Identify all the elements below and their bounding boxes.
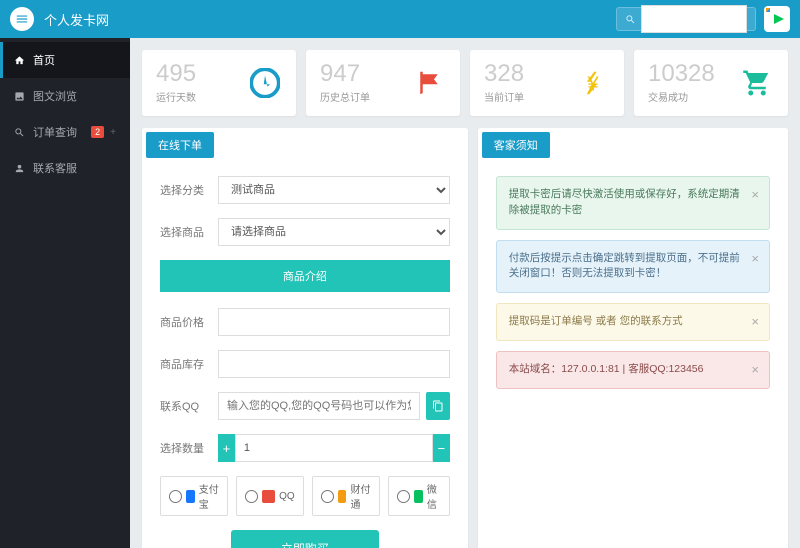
stat-icon: ¥ — [576, 66, 610, 100]
alert-close-button[interactable]: × — [751, 249, 759, 269]
order-panel: 在线下单 选择分类 测试商品 选择商品 请选择商品 商品介绍 商品价格 — [142, 128, 468, 548]
play-icon — [774, 14, 784, 24]
payment-option[interactable]: 财付通 — [312, 476, 380, 516]
product-label: 选择商品 — [160, 224, 218, 240]
payment-option[interactable]: 支付宝 — [160, 476, 228, 516]
main-content: 495 运行天数 947 历史总订单 328 当前订单 ¥ 10328 交易成功… — [130, 38, 800, 548]
stat-icon — [412, 66, 446, 100]
notice-panel: 客家须知 提取卡密后请尽快激活使用或保存好，系统定期清除被提取的卡密 × 付款后… — [478, 128, 788, 548]
sidebar-item-orders[interactable]: 订单查询 2 + — [0, 114, 130, 150]
panel-title: 在线下单 — [146, 132, 214, 158]
search-input[interactable] — [641, 5, 747, 33]
alert-blue: 付款后按提示点击确定跳转到提取页面，不可提前关闭窗口！否则无法提取到卡密！ × — [496, 240, 770, 294]
alert-green: 提取卡密后请尽快激活使用或保存好，系统定期清除被提取的卡密 × — [496, 176, 770, 230]
alert-red: 本站域名：127.0.0.1:81 | 客服QQ:123456 × — [496, 351, 770, 389]
alert-text: 付款后按提示点击确定跳转到提取页面，不可提前关闭窗口！否则无法提取到卡密！ — [509, 252, 740, 280]
qq-label: 联系QQ — [160, 398, 218, 414]
qty-label: 选择数量 — [160, 440, 218, 456]
payment-radio[interactable] — [169, 490, 182, 503]
sidebar-item-label: 图文浏览 — [33, 88, 77, 104]
alert-text: 提取卡密后请尽快激活使用或保存好，系统定期清除被提取的卡密 — [509, 188, 740, 216]
alert-close-button[interactable]: × — [751, 360, 759, 380]
stat-label: 当前订单 — [484, 89, 524, 104]
buy-button[interactable]: 立即购买 — [231, 530, 379, 548]
menu-toggle-button[interactable] — [10, 7, 34, 31]
sidebar-item-label: 首页 — [33, 52, 55, 68]
search-icon — [14, 127, 25, 138]
app-logo[interactable] — [764, 6, 790, 32]
stat-value: 10328 — [648, 62, 715, 86]
alert-text: 本站域名：127.0.0.1:81 | 客服QQ:123456 — [509, 363, 704, 375]
price-field — [218, 308, 450, 336]
alert-close-button[interactable]: × — [751, 312, 759, 332]
sidebar-item-browse[interactable]: 图文浏览 — [0, 78, 130, 114]
hamburger-icon — [15, 12, 29, 26]
stat-card: 10328 交易成功 — [634, 50, 788, 116]
stock-label: 商品库存 — [160, 356, 218, 372]
alert-text: 提取码是订单编号 或者 您的联系方式 — [509, 315, 683, 327]
sidebar: 首页 图文浏览 订单查询 2 + 联系客服 — [0, 38, 130, 548]
qty-plus-button[interactable]: + — [218, 434, 235, 462]
payment-option[interactable]: 微信 — [388, 476, 450, 516]
search-box[interactable] — [616, 7, 756, 31]
payment-icon — [338, 490, 347, 503]
image-icon — [14, 91, 25, 102]
price-label: 商品价格 — [160, 314, 218, 330]
stat-icon — [740, 66, 774, 100]
sidebar-item-home[interactable]: 首页 — [0, 42, 130, 78]
alert-yellow: 提取码是订单编号 或者 您的联系方式 × — [496, 303, 770, 341]
qty-minus-button[interactable]: − — [433, 434, 450, 462]
category-label: 选择分类 — [160, 182, 218, 198]
stock-field — [218, 350, 450, 378]
payment-label: 财付通 — [350, 481, 370, 511]
sidebar-item-label: 订单查询 — [33, 124, 77, 140]
stat-card: 328 当前订单 ¥ — [470, 50, 624, 116]
app-title: 个人发卡网 — [44, 10, 109, 29]
payment-label: 微信 — [427, 481, 441, 511]
sidebar-item-support[interactable]: 联系客服 — [0, 150, 130, 186]
sidebar-item-label: 联系客服 — [33, 160, 77, 176]
search-icon — [625, 14, 636, 25]
stat-value: 495 — [156, 62, 196, 86]
stat-icon — [248, 66, 282, 100]
stat-value: 328 — [484, 62, 524, 86]
payment-icon — [186, 490, 195, 503]
product-intro-tab[interactable]: 商品介绍 — [160, 260, 450, 292]
user-icon — [14, 163, 25, 174]
payment-label: QQ — [279, 491, 295, 502]
qq-copy-button[interactable] — [426, 392, 450, 420]
qq-input[interactable] — [218, 392, 420, 420]
category-select[interactable]: 测试商品 — [218, 176, 450, 204]
qty-input[interactable] — [235, 434, 433, 462]
copy-icon — [432, 400, 444, 412]
stat-card: 495 运行天数 — [142, 50, 296, 116]
svg-text:¥: ¥ — [586, 74, 599, 96]
topbar: 个人发卡网 — [0, 0, 800, 38]
product-select[interactable]: 请选择商品 — [218, 218, 450, 246]
alert-close-button[interactable]: × — [751, 185, 759, 205]
home-icon — [14, 55, 25, 66]
payment-icon — [414, 490, 423, 503]
payment-radio[interactable] — [321, 490, 334, 503]
payment-option[interactable]: QQ — [236, 476, 304, 516]
stat-label: 运行天数 — [156, 89, 196, 104]
payment-label: 支付宝 — [199, 481, 219, 511]
stat-card: 947 历史总订单 — [306, 50, 460, 116]
panel-title: 客家须知 — [482, 132, 550, 158]
payment-radio[interactable] — [397, 490, 410, 503]
stat-value: 947 — [320, 62, 370, 86]
payment-radio[interactable] — [245, 490, 258, 503]
badge-count: 2 — [91, 126, 104, 138]
plus-icon[interactable]: + — [110, 127, 116, 138]
stat-label: 交易成功 — [648, 89, 715, 104]
stat-label: 历史总订单 — [320, 89, 370, 104]
payment-icon — [262, 490, 275, 503]
